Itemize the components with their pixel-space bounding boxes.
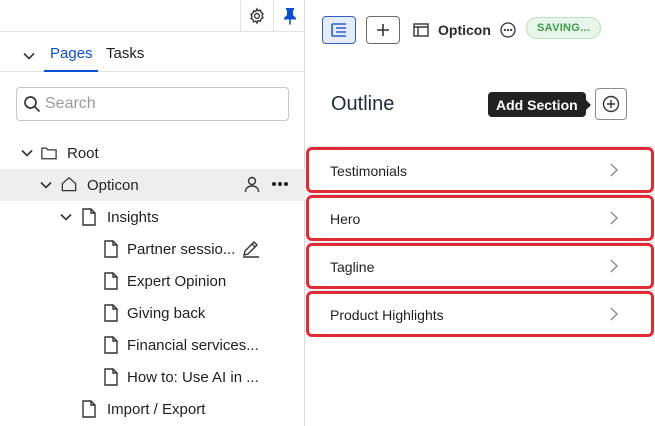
add-section-tooltip: Add Section: [488, 92, 591, 117]
section-label: Product Highlights: [330, 306, 444, 323]
outline-tree-icon: [331, 23, 346, 37]
tree-item-root[interactable]: Root: [0, 137, 305, 169]
add-button[interactable]: [366, 16, 400, 44]
tree-item-label: Financial services...: [127, 336, 259, 354]
section-label: Hero: [330, 210, 361, 227]
tree-item-label: How to: Use AI in ...: [127, 368, 259, 386]
tree-item-partner-sessions[interactable]: Partner sessio...: [0, 233, 305, 265]
edit-icon[interactable]: [241, 240, 261, 258]
add-section-button[interactable]: [595, 88, 627, 120]
panel-tabs: Pages Tasks: [0, 32, 305, 72]
page-title: Opticon: [438, 22, 491, 38]
tree-item-expert-opinion[interactable]: Expert Opinion: [0, 265, 305, 297]
page-icon: [104, 368, 118, 386]
tree-item-label: Opticon: [87, 176, 139, 194]
tree-item-how-to-use-ai[interactable]: How to: Use AI in ...: [0, 361, 305, 393]
gear-icon: [249, 7, 264, 25]
section-item-testimonials[interactable]: Testimonials: [306, 146, 655, 194]
tree-item-opticon[interactable]: Opticon: [0, 169, 305, 201]
chevron-down-icon[interactable]: [22, 49, 36, 63]
tree-item-label: Partner sessio...: [127, 240, 236, 258]
page-icon: [104, 240, 118, 258]
home-icon: [61, 176, 77, 192]
tree-item-insights[interactable]: Insights: [0, 201, 305, 233]
outline-view-button[interactable]: [322, 16, 356, 44]
tree-item-label: Root: [67, 144, 99, 162]
chevron-down-icon[interactable]: [39, 178, 53, 192]
user-icon[interactable]: [243, 175, 261, 193]
more-options-icon[interactable]: [271, 175, 289, 193]
tree-item-label: Expert Opinion: [127, 272, 227, 290]
tab-tasks[interactable]: Tasks: [106, 45, 144, 62]
page-icon: [104, 336, 118, 354]
section-item-hero[interactable]: Hero: [306, 194, 655, 242]
add-circle-icon: [602, 95, 620, 113]
page-icon: [82, 400, 96, 418]
layout-icon: [413, 23, 429, 37]
chevron-down-icon[interactable]: [59, 210, 73, 224]
section-label: Tagline: [330, 258, 375, 275]
tree-item-giving-back[interactable]: Giving back: [0, 297, 305, 329]
more-options-icon[interactable]: [500, 22, 516, 38]
search-input[interactable]: [45, 95, 275, 113]
panel-toolbar: [0, 0, 305, 32]
active-tab-indicator: [44, 70, 98, 72]
search-box[interactable]: [16, 87, 289, 121]
outline-panel: Opticon SAVING... Outline Add Section Te…: [306, 0, 655, 426]
settings-button[interactable]: [240, 0, 272, 32]
chevron-right-icon: [610, 163, 618, 177]
section-item-product-highlights[interactable]: Product Highlights: [306, 290, 655, 338]
chevron-right-icon: [610, 307, 618, 321]
pin-icon: [283, 8, 296, 25]
pin-button[interactable]: [273, 0, 305, 32]
search-icon: [24, 96, 41, 113]
tree-item-import-export[interactable]: Import / Export: [0, 393, 305, 425]
outline-heading: Outline: [331, 93, 395, 115]
tree-item-label: Import / Export: [107, 400, 206, 418]
pages-panel: Pages Tasks Root Opticon Insights: [0, 0, 305, 426]
page-icon: [82, 208, 96, 226]
chevron-right-icon: [610, 259, 618, 273]
row-actions: [243, 175, 289, 193]
section-label: Testimonials: [330, 162, 408, 179]
page-icon: [104, 304, 118, 322]
status-badge: SAVING...: [526, 17, 602, 39]
chevron-down-icon[interactable]: [20, 146, 34, 160]
tab-pages[interactable]: Pages: [50, 45, 93, 62]
page-icon: [104, 272, 118, 290]
tree-item-label: Giving back: [127, 304, 206, 322]
chevron-right-icon: [610, 211, 618, 225]
folder-icon: [41, 147, 57, 160]
tree-item-financial-services[interactable]: Financial services...: [0, 329, 305, 361]
tree-item-label: Insights: [107, 208, 159, 226]
section-item-tagline[interactable]: Tagline: [306, 242, 655, 290]
plus-icon: [377, 24, 389, 36]
